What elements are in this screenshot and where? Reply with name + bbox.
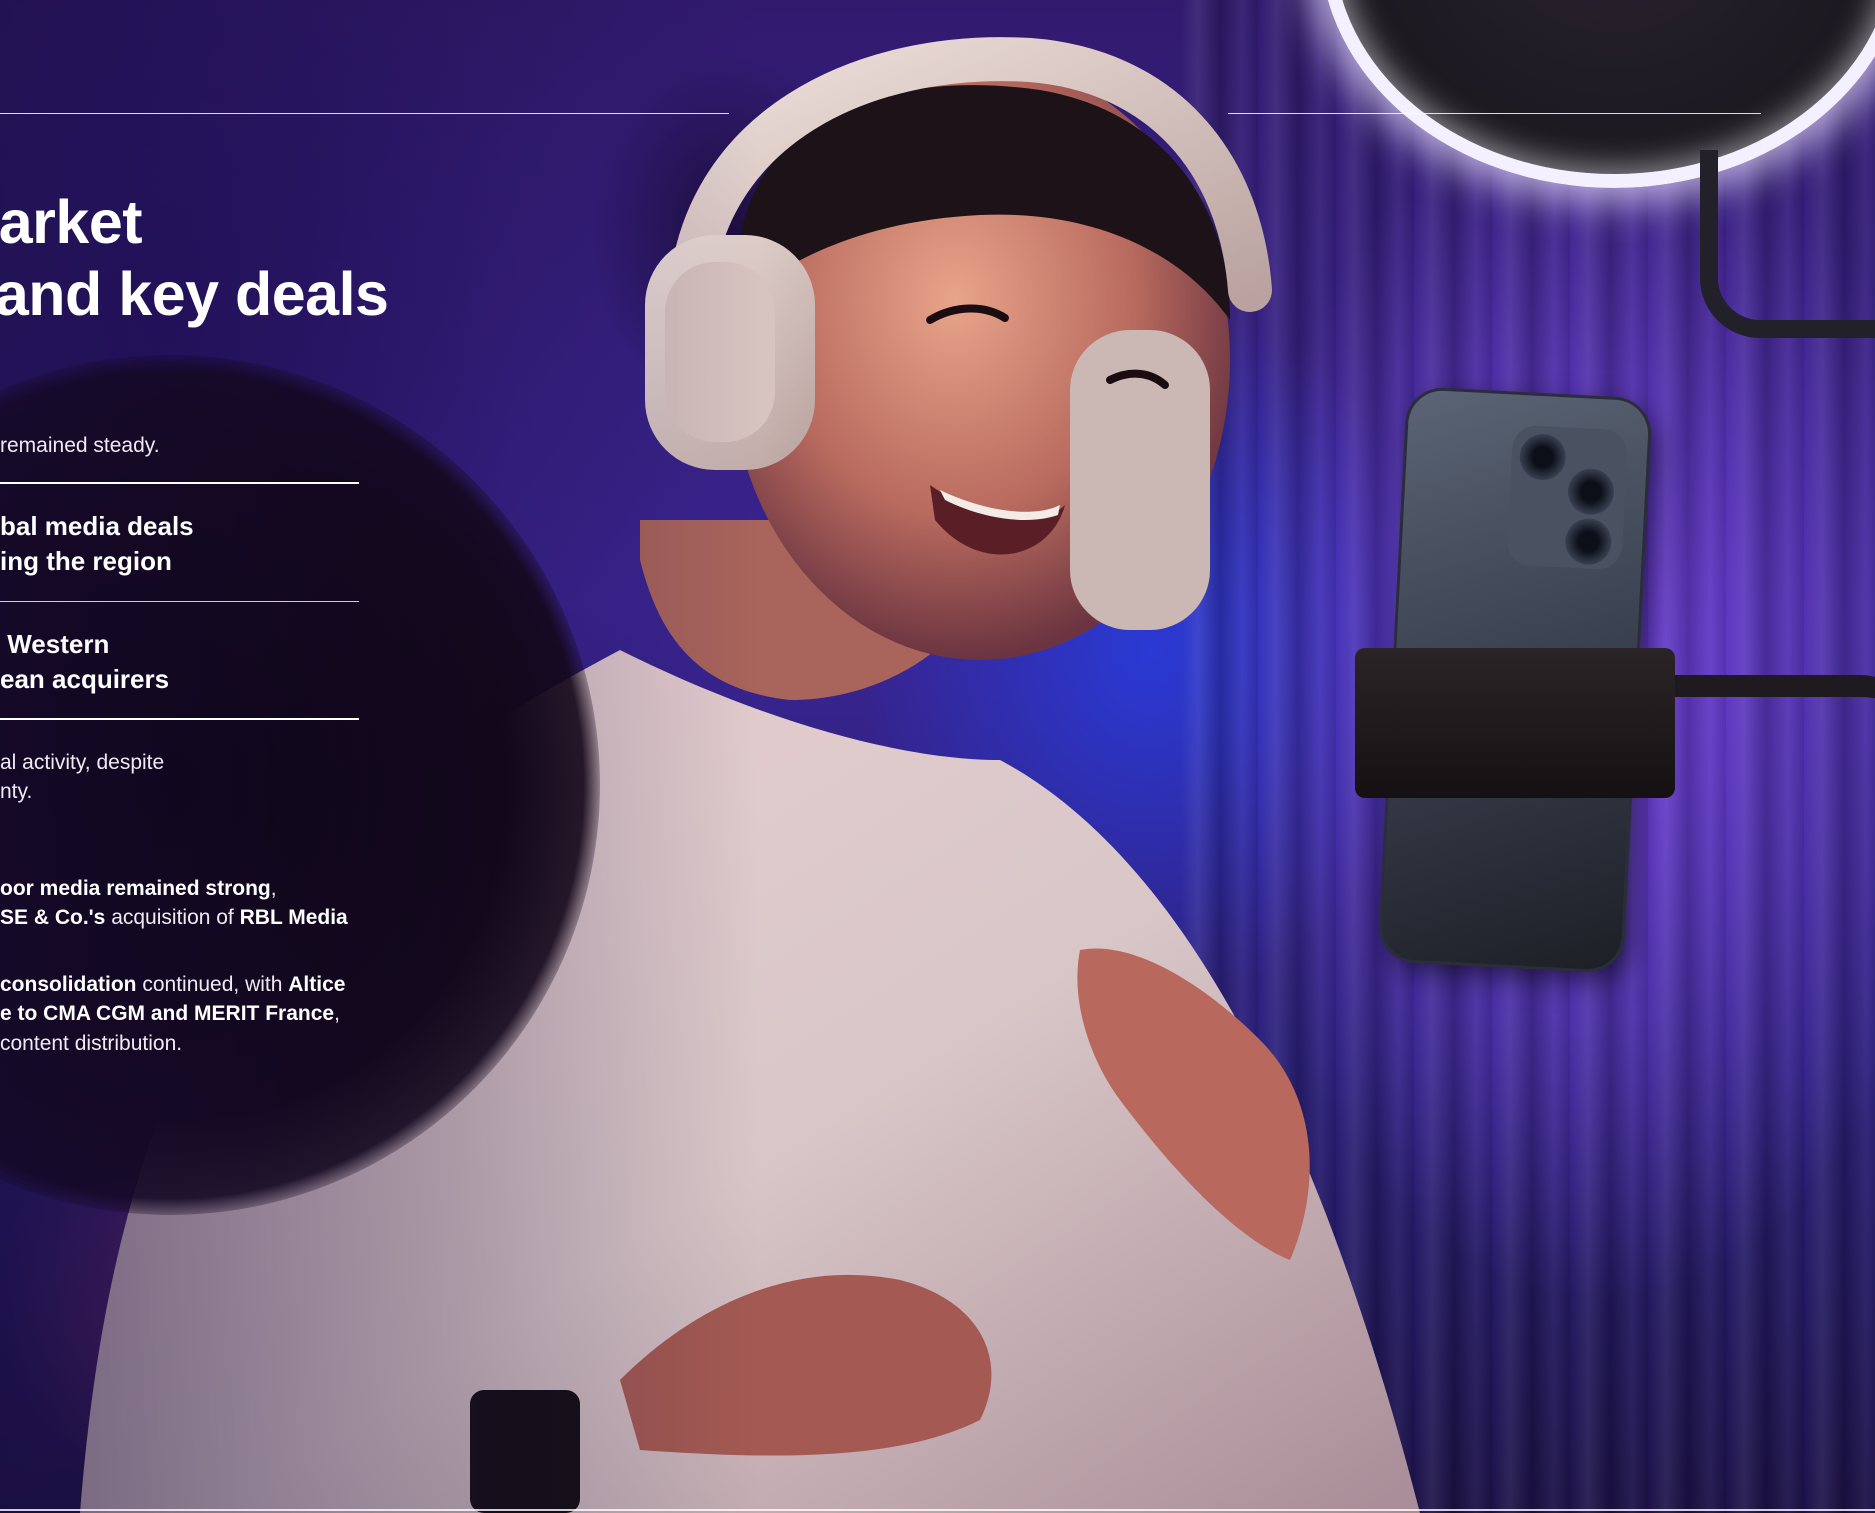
ring-light-arm bbox=[1700, 150, 1875, 338]
emphasis: oor media remained strong bbox=[0, 877, 271, 900]
body-paragraph-3-line-1: consolidation continued, with Altice bbox=[0, 970, 345, 1000]
highlight-2-line-2: ean acquirers bbox=[0, 664, 170, 694]
body-paragraph-2-line-2: SE & Co.'s acquisition of RBL Media bbox=[0, 903, 348, 933]
emphasis: Altice bbox=[288, 973, 346, 996]
camera-lens-icon bbox=[1564, 517, 1613, 566]
highlight-1-line-1: bal media deals bbox=[0, 511, 194, 541]
page-title: market y and key deals bbox=[0, 186, 389, 330]
bottom-rule bbox=[0, 1509, 1875, 1511]
top-rule-left bbox=[0, 113, 729, 114]
emphasis: e to CMA CGM and MERIT France bbox=[0, 1002, 335, 1025]
body-paragraph-1-line-1: al activity, despite bbox=[0, 751, 165, 774]
text: acquisition of bbox=[105, 906, 240, 929]
intro-text: remained steady. bbox=[0, 434, 160, 457]
text: continued, with bbox=[136, 973, 289, 996]
emphasis: consolidation bbox=[0, 973, 137, 996]
emphasis: SE & Co.'s bbox=[0, 906, 106, 929]
body-paragraph-1-line-2: nty. bbox=[0, 780, 33, 803]
text: , bbox=[270, 877, 277, 900]
camera-lens-icon bbox=[1566, 467, 1616, 516]
phone-clamp bbox=[1355, 648, 1675, 798]
highlight-divider bbox=[0, 601, 359, 602]
highlight-2-line-1: Western bbox=[0, 629, 110, 659]
section-divider bbox=[0, 718, 359, 720]
section-divider bbox=[0, 482, 359, 484]
emphasis: RBL Media bbox=[239, 906, 348, 929]
text: , bbox=[334, 1002, 340, 1025]
camera-lens-icon bbox=[1518, 432, 1567, 482]
title-line-2: y and key deals bbox=[0, 260, 389, 328]
title-line-1: market bbox=[0, 188, 143, 256]
body-paragraph-2-line-1: oor media remained strong, bbox=[0, 874, 277, 904]
body-paragraph-3-line-2: e to CMA CGM and MERIT France, bbox=[0, 999, 340, 1029]
camera-module bbox=[1506, 424, 1629, 571]
body-paragraph-3-line-3: content distribution. bbox=[0, 1032, 183, 1055]
top-rule-right bbox=[1228, 113, 1761, 114]
highlight-1-line-2: ing the region bbox=[0, 546, 172, 576]
